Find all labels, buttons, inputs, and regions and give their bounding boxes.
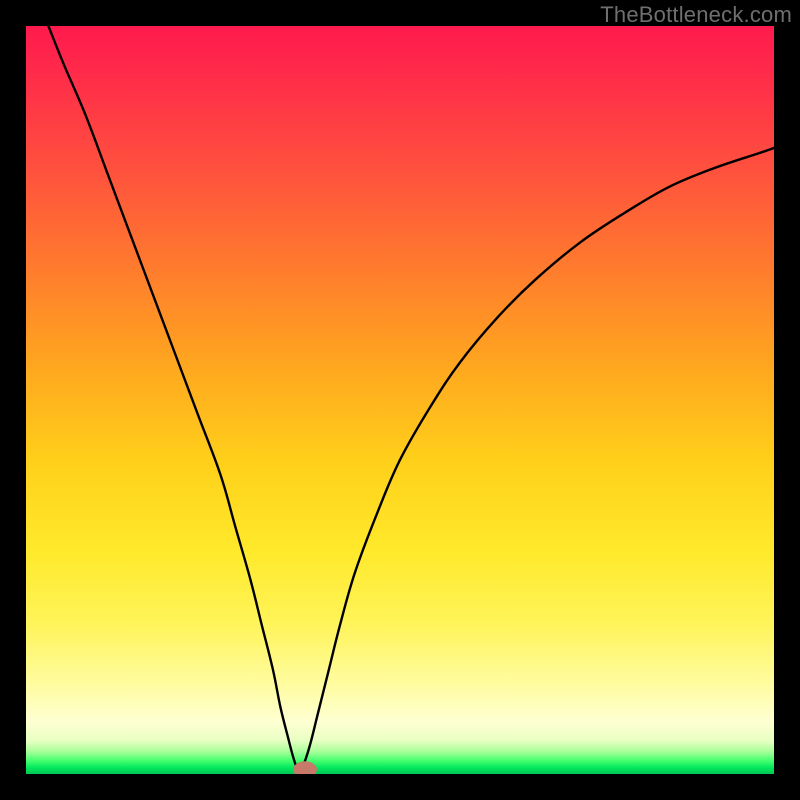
watermark-text: TheBottleneck.com <box>600 2 792 28</box>
plot-area <box>26 26 774 774</box>
optimum-marker <box>293 761 317 774</box>
curve-layer <box>26 26 774 774</box>
bottleneck-curve <box>48 26 774 772</box>
chart-frame: TheBottleneck.com <box>0 0 800 800</box>
